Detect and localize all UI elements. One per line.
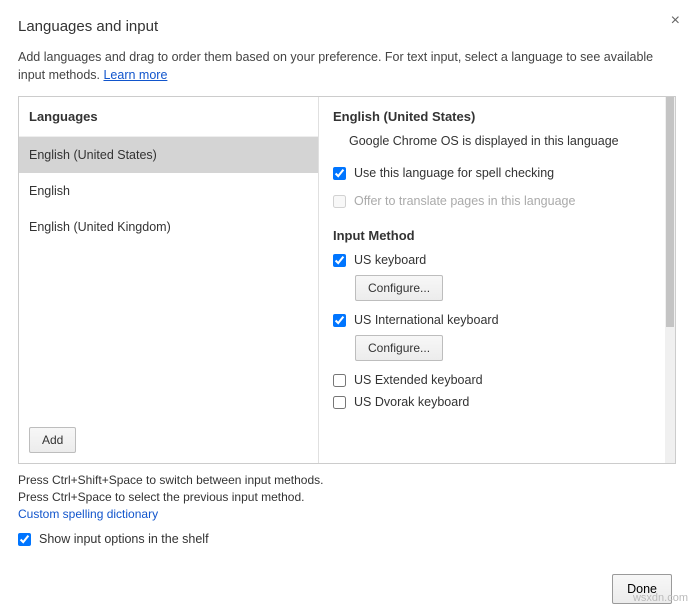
hint-line-2: Press Ctrl+Space to select the previous … [18,489,676,506]
scrollbar-thumb[interactable] [666,97,674,327]
input-method-header: Input Method [333,228,661,243]
hint-line-1: Press Ctrl+Shift+Space to switch between… [18,472,676,489]
configure-button[interactable]: Configure... [355,335,443,361]
translate-checkbox [333,195,346,208]
shelf-label: Show input options in the shelf [39,532,209,546]
close-icon[interactable]: × [671,12,680,30]
input-method-checkbox[interactable] [333,374,346,387]
input-method-checkbox[interactable] [333,254,346,267]
spell-check-label: Use this language for spell checking [354,166,554,180]
shelf-option-row[interactable]: Show input options in the shelf [18,532,676,546]
input-method-row[interactable]: US keyboard [333,253,661,267]
input-method-us-keyboard: US keyboard Configure... [333,253,661,301]
input-method-row[interactable]: US Dvorak keyboard [333,395,661,409]
input-method-us-dvorak-keyboard: US Dvorak keyboard [333,395,661,409]
language-item-en[interactable]: English [19,173,318,209]
input-method-name: US Extended keyboard [354,373,483,387]
dialog-description: Add languages and drag to order them bas… [18,49,676,84]
shelf-checkbox[interactable] [18,533,31,546]
input-method-row[interactable]: US International keyboard [333,313,661,327]
translate-label: Offer to translate pages in this languag… [354,194,575,208]
languages-dialog: × Languages and input Add languages and … [0,0,694,614]
input-method-name: US keyboard [354,253,426,267]
translate-row: Offer to translate pages in this languag… [333,194,661,208]
input-method-checkbox[interactable] [333,314,346,327]
language-item-en-uk[interactable]: English (United Kingdom) [19,209,318,245]
dialog-title: Languages and input [18,18,676,35]
learn-more-link[interactable]: Learn more [103,68,167,82]
input-method-name: US International keyboard [354,313,499,327]
add-language-button[interactable]: Add [29,427,76,453]
language-item-en-us[interactable]: English (United States) [19,137,318,173]
input-method-name: US Dvorak keyboard [354,395,469,409]
selected-language-header: English (United States) [333,109,661,124]
input-method-section: Input Method US keyboard Configure... US… [333,228,661,409]
display-language-info: Google Chrome OS is displayed in this la… [333,134,661,148]
spell-check-row[interactable]: Use this language for spell checking [333,166,661,180]
panels-container: Languages English (United States) Englis… [18,96,676,464]
input-method-us-intl-keyboard: US International keyboard Configure... [333,313,661,361]
configure-button[interactable]: Configure... [355,275,443,301]
footer-hints: Press Ctrl+Shift+Space to switch between… [18,472,676,522]
input-method-checkbox[interactable] [333,396,346,409]
input-method-us-ext-keyboard: US Extended keyboard [333,373,661,387]
input-method-row[interactable]: US Extended keyboard [333,373,661,387]
languages-header: Languages [19,97,318,137]
language-details-panel: English (United States) Google Chrome OS… [319,97,675,463]
languages-list-panel: Languages English (United States) Englis… [19,97,319,463]
spell-check-checkbox[interactable] [333,167,346,180]
custom-dictionary-link[interactable]: Custom spelling dictionary [18,507,158,521]
scrollbar[interactable] [665,97,675,463]
watermark: wsxdn.com [633,592,688,604]
